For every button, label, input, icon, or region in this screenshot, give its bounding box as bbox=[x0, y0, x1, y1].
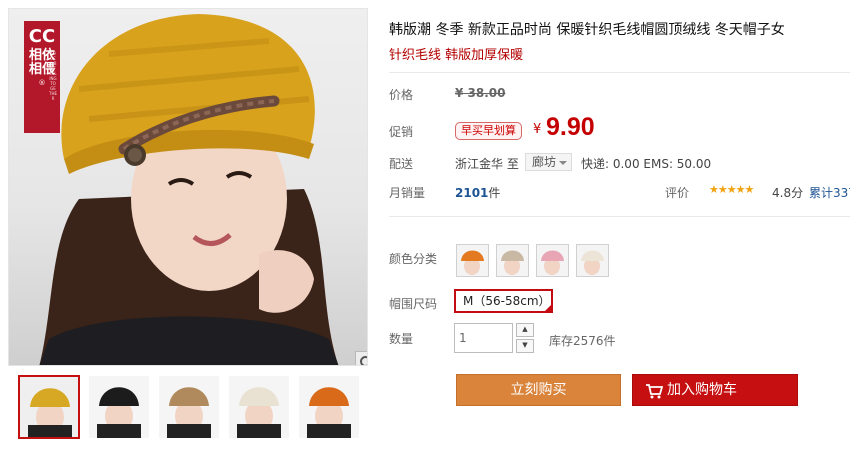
color-swatch-orange[interactable] bbox=[456, 244, 489, 277]
price-label: 价格 bbox=[389, 88, 414, 102]
original-price: ¥ 38.00 bbox=[455, 86, 505, 100]
color-swatch-white[interactable] bbox=[576, 244, 609, 277]
monthly-sales-unit: 件 bbox=[488, 186, 501, 200]
options-divider bbox=[389, 216, 850, 217]
product-photo bbox=[39, 14, 339, 365]
brand-tagline: TOUCH BE FEELING TOGETHER bbox=[49, 51, 57, 101]
cumulative-reviews-link[interactable]: 累计337 bbox=[809, 184, 850, 201]
thumbnail-5[interactable] bbox=[298, 375, 360, 439]
product-title: 韩版潮 冬季 新款正品时尚 保暖针织毛线帽圆顶绒线 冬天帽子女 bbox=[389, 22, 785, 38]
monthly-sales-label: 月销量 bbox=[389, 186, 426, 200]
rating-score: 4.8分 bbox=[772, 186, 804, 200]
promo-tag: 早买早划算 bbox=[455, 122, 522, 140]
quantity-label: 数量 bbox=[389, 332, 414, 346]
selected-corner-icon bbox=[543, 303, 553, 313]
title-divider bbox=[389, 72, 850, 73]
chevron-down-icon bbox=[559, 161, 567, 165]
product-subtitle: 针织毛线 韩版加厚保暖 bbox=[389, 48, 524, 63]
shipping-label: 配送 bbox=[389, 157, 414, 171]
destination-select[interactable]: 廊坊 bbox=[525, 153, 572, 171]
rating-label: 评价 bbox=[665, 186, 690, 200]
quantity-decrease-button[interactable]: ▼ bbox=[516, 339, 534, 353]
thumbnail-3[interactable] bbox=[158, 375, 220, 439]
monthly-sales-count: 2101 bbox=[455, 186, 489, 200]
destination-value: 廊坊 bbox=[532, 155, 557, 169]
quantity-input[interactable] bbox=[454, 323, 513, 353]
promo-price: 9.90 bbox=[546, 113, 595, 141]
stock-count: 库存2576件 bbox=[549, 334, 616, 348]
shopping-cart-icon bbox=[646, 384, 663, 399]
add-to-cart-button[interactable]: 加入购物车 bbox=[632, 374, 798, 406]
size-option-label: M（56-58cm） bbox=[463, 294, 551, 308]
shipping-origin: 浙江金华 至 bbox=[455, 157, 519, 171]
color-swatch-beige[interactable] bbox=[496, 244, 529, 277]
quantity-increase-button[interactable]: ▲ bbox=[516, 323, 534, 337]
monthly-sales: 2101件 bbox=[455, 184, 500, 201]
add-to-cart-label: 加入购物车 bbox=[667, 382, 737, 398]
thumbnail-strip bbox=[8, 372, 368, 442]
promo-label: 促销 bbox=[389, 125, 414, 139]
rating-stars: ★★★★★ bbox=[709, 183, 754, 196]
shipping-fees: 快递: 0.00 EMS: 50.00 bbox=[581, 157, 712, 171]
thumbnail-2[interactable] bbox=[88, 375, 150, 439]
color-swatch-pink[interactable] bbox=[536, 244, 569, 277]
brand-logo-mark: CC bbox=[28, 26, 56, 47]
magnifier-icon[interactable] bbox=[355, 351, 367, 365]
currency-symbol: ¥ bbox=[533, 122, 542, 137]
color-label: 颜色分类 bbox=[389, 252, 438, 266]
buy-now-button[interactable]: 立刻购买 bbox=[456, 374, 621, 406]
main-product-image[interactable]: CC 相依相偎 TOUCH BE FEELING TOGETHER ® bbox=[8, 8, 368, 366]
thumbnail-1[interactable] bbox=[18, 375, 80, 439]
size-option-m[interactable]: M（56-58cm） bbox=[454, 289, 553, 313]
size-label: 帽围尺码 bbox=[389, 297, 438, 311]
brand-logo: CC 相依相偎 TOUCH BE FEELING TOGETHER ® bbox=[24, 21, 60, 133]
product-info-panel: 韩版潮 冬季 新款正品时尚 保暖针织毛线帽圆顶绒线 冬天帽子女 针织毛线 韩版加… bbox=[389, 0, 850, 456]
thumbnail-4[interactable] bbox=[228, 375, 290, 439]
original-price-value: ¥ 38.00 bbox=[455, 86, 506, 100]
